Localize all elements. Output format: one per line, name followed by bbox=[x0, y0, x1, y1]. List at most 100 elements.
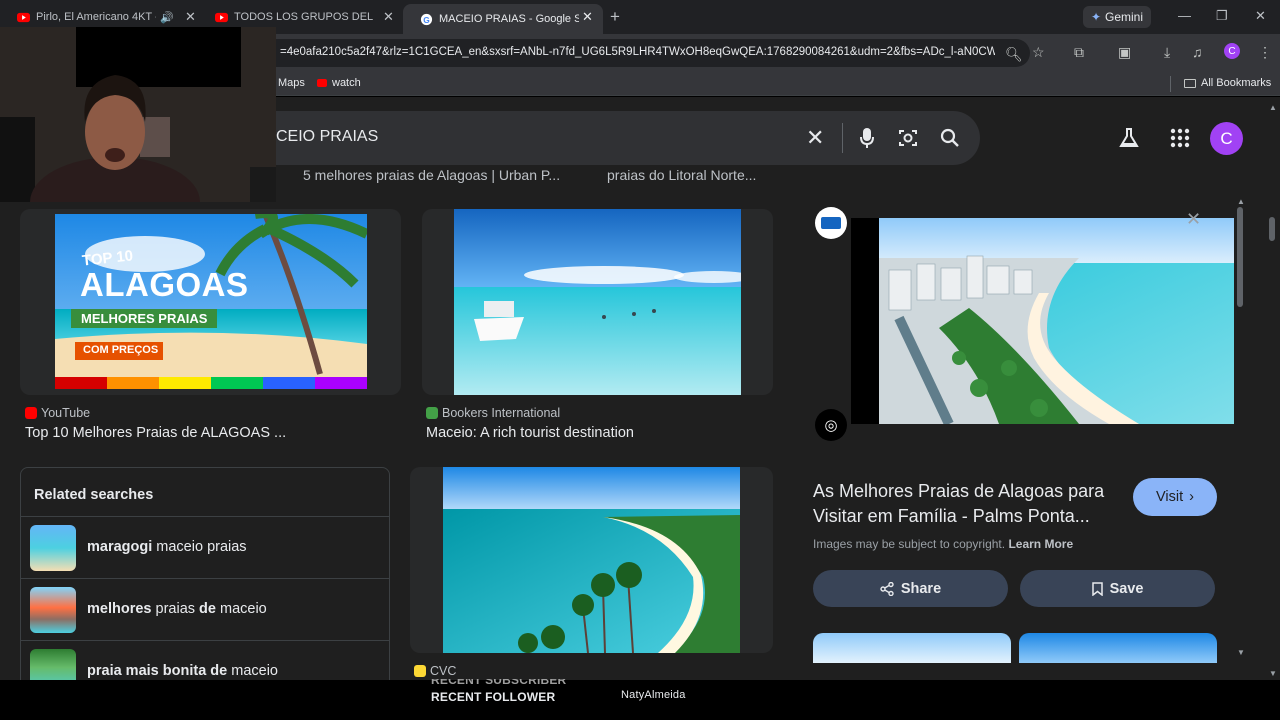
related-text: maragogi maceio praias bbox=[87, 539, 247, 555]
result-thumbnail[interactable] bbox=[454, 209, 741, 395]
extensions-icon[interactable]: ⧉ bbox=[1074, 44, 1084, 61]
profile-avatar-small[interactable]: C bbox=[1224, 43, 1240, 59]
learn-more-link[interactable]: Learn More bbox=[1008, 537, 1073, 551]
gemini-button[interactable]: ✦ Gemini bbox=[1083, 6, 1151, 28]
result-source[interactable]: Bookers International bbox=[426, 406, 560, 420]
bookmark-icon bbox=[1091, 581, 1103, 596]
search-input[interactable]: CEIO PRAIAS bbox=[276, 128, 378, 146]
bookmark-star-icon[interactable]: ☆ bbox=[1032, 44, 1045, 61]
more-menu-icon[interactable]: ⋮ bbox=[1258, 44, 1272, 61]
related-text: praia mais bonita de maceio bbox=[87, 663, 278, 679]
related-title: Related searches bbox=[34, 487, 154, 503]
result-thumbnail[interactable] bbox=[443, 467, 740, 653]
bookers-icon bbox=[426, 407, 438, 419]
bookmark-watch[interactable]: watch bbox=[317, 77, 361, 89]
result-caption[interactable]: praias do Litoral Norte... bbox=[607, 167, 756, 183]
tab-search-icon[interactable]: ▣ bbox=[1118, 44, 1131, 61]
result-source[interactable]: YouTube bbox=[25, 406, 90, 420]
search-box[interactable]: CEIO PRAIAS ✕ bbox=[240, 111, 980, 165]
related-thumbnail bbox=[30, 525, 76, 571]
labs-flask-icon[interactable] bbox=[1118, 127, 1140, 149]
preview-image[interactable] bbox=[879, 218, 1234, 424]
close-icon[interactable]: ✕ bbox=[383, 9, 394, 25]
scroll-up-icon[interactable]: ▲ bbox=[1237, 197, 1245, 206]
result-source[interactable]: CVC bbox=[414, 664, 456, 678]
youtube-icon bbox=[317, 79, 327, 87]
search-icon[interactable] bbox=[940, 128, 960, 148]
youtube-icon bbox=[215, 12, 228, 22]
result-thumbnail[interactable]: TOP 10 ALAGOAS MELHORES PRAIAS COM PREÇO… bbox=[55, 214, 367, 389]
address-bar[interactable]: =4e0afa210c5a2f47&rlz=1C1GCEA_en&sxsrf=A… bbox=[240, 39, 1045, 67]
save-label: Save bbox=[1109, 580, 1144, 597]
tab-title: MACEIO PRAIAS - Google Sear bbox=[439, 13, 579, 25]
bookmark-label: All Bookmarks bbox=[1201, 77, 1272, 89]
scroll-down-icon[interactable]: ▼ bbox=[1237, 648, 1245, 657]
close-icon[interactable]: ✕ bbox=[1186, 209, 1201, 230]
new-tab-icon[interactable]: + bbox=[610, 7, 620, 27]
webcam-overlay bbox=[0, 27, 276, 202]
downloads-icon[interactable]: ⤓ bbox=[1164, 44, 1170, 61]
bookmark-maps[interactable]: Maps bbox=[278, 77, 305, 89]
overlay-name: NatyAlmeida bbox=[621, 689, 686, 701]
google-icon: G bbox=[420, 13, 433, 25]
camera-lens-icon[interactable] bbox=[898, 128, 918, 148]
chevron-right-icon: › bbox=[1189, 489, 1194, 505]
media-control-icon[interactable]: ♫ bbox=[1192, 44, 1203, 60]
gemini-label: Gemini bbox=[1105, 10, 1144, 24]
folder-icon bbox=[1184, 78, 1196, 88]
lens-search-icon[interactable]: ◎ bbox=[815, 409, 847, 441]
preview-title[interactable]: As Melhores Praias de Alagoas para Visit… bbox=[813, 479, 1123, 529]
tab-title: Pirlo, El Americano 4KT - Th bbox=[36, 11, 156, 23]
related-item[interactable]: maragogi maceio praias bbox=[21, 516, 389, 578]
share-label: Share bbox=[900, 580, 942, 597]
share-icon bbox=[880, 581, 894, 596]
zoom-icon[interactable]: 🔍︎ bbox=[1005, 46, 1023, 63]
cvc-icon bbox=[414, 665, 426, 677]
related-searches: Related searches maragogi maceio praias … bbox=[20, 467, 390, 680]
page-scrollbar[interactable] bbox=[1269, 217, 1275, 241]
apps-grid-icon[interactable] bbox=[1170, 128, 1190, 148]
tab-google-active[interactable]: G MACEIO PRAIAS - Google Sear bbox=[403, 4, 603, 34]
speaker-icon[interactable]: 🔊 bbox=[160, 11, 174, 24]
thumb-text: ALAGOAS bbox=[80, 266, 249, 303]
result-caption[interactable]: Maceio: A rich tourist destination bbox=[426, 425, 634, 441]
related-thumbnail bbox=[30, 587, 76, 633]
image-result-card[interactable] bbox=[422, 209, 773, 395]
related-item[interactable]: melhores praias de maceio bbox=[21, 578, 389, 640]
microphone-icon[interactable] bbox=[860, 127, 874, 149]
divider bbox=[842, 123, 843, 153]
restore-icon[interactable]: ❐ bbox=[1216, 8, 1228, 24]
close-window-icon[interactable]: ✕ bbox=[1255, 8, 1266, 24]
related-image[interactable] bbox=[813, 633, 1011, 663]
visit-label: Visit bbox=[1156, 489, 1184, 505]
site-logo[interactable] bbox=[815, 207, 847, 239]
page-scroll-down-icon[interactable]: ▼ bbox=[1269, 669, 1277, 678]
source-label: YouTube bbox=[41, 406, 91, 420]
bookmark-label: watch bbox=[332, 77, 361, 89]
youtube-icon bbox=[17, 12, 30, 22]
minimize-icon[interactable]: — bbox=[1178, 8, 1191, 23]
divider bbox=[1170, 76, 1171, 92]
account-avatar[interactable]: C bbox=[1210, 122, 1243, 155]
related-item[interactable]: praia mais bonita de maceio bbox=[21, 640, 389, 680]
image-result-card[interactable] bbox=[410, 467, 773, 653]
result-caption[interactable]: Top 10 Melhores Praias de ALAGOAS ... bbox=[25, 425, 286, 441]
visit-button[interactable]: Visit › bbox=[1133, 478, 1217, 516]
related-image[interactable] bbox=[1019, 633, 1217, 663]
related-thumbnail bbox=[30, 649, 76, 680]
result-caption[interactable]: 5 melhores praias de Alagoas | Urban P..… bbox=[303, 167, 560, 183]
stream-overlay-bar: RECENT SUBSCRIBER RECENT FOLLOWER NatyAl… bbox=[0, 679, 1280, 720]
close-icon[interactable]: ✕ bbox=[582, 9, 593, 25]
all-bookmarks[interactable]: All Bookmarks bbox=[1184, 77, 1271, 89]
share-button[interactable]: Share bbox=[813, 570, 1008, 607]
overlay-text: RECENT FOLLOWER bbox=[431, 690, 556, 704]
page-scroll-up-icon[interactable]: ▲ bbox=[1269, 103, 1277, 112]
copyright-text: Images may be subject to copyright. bbox=[813, 537, 1006, 551]
image-result-card[interactable]: TOP 10 ALAGOAS MELHORES PRAIAS COM PREÇO… bbox=[20, 209, 401, 395]
close-icon[interactable]: ✕ bbox=[185, 9, 196, 25]
source-label: Bookers International bbox=[442, 406, 561, 420]
thumb-text: MELHORES PRAIAS bbox=[71, 309, 218, 328]
panel-scrollbar[interactable] bbox=[1237, 207, 1243, 307]
save-button[interactable]: Save bbox=[1020, 570, 1215, 607]
clear-icon[interactable]: ✕ bbox=[806, 125, 824, 151]
